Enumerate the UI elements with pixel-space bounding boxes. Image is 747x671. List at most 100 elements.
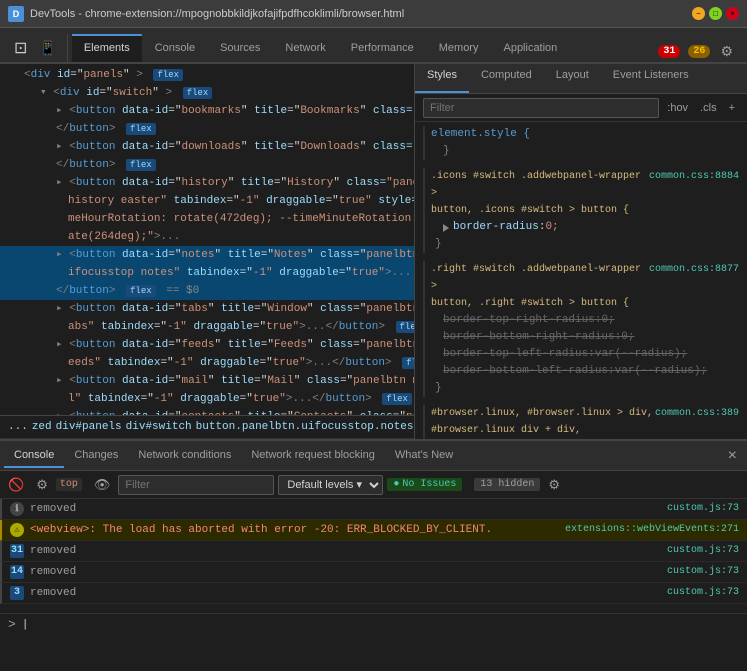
tab-network[interactable]: Network [273, 34, 337, 62]
filter-toggle-button[interactable]: ⚙ [32, 475, 52, 495]
hidden-count-badge: 13 hidden [474, 478, 540, 491]
close-button[interactable]: × [726, 7, 739, 20]
breadcrumb-item[interactable]: div#switch [126, 421, 192, 433]
message-source-link[interactable]: custom.js:73 [667, 584, 739, 602]
console-close-button[interactable]: × [722, 447, 743, 465]
breadcrumb-item[interactable]: zed [32, 421, 52, 433]
message-source-link[interactable]: extensions::webViewEvents:271 [565, 521, 739, 539]
console-tab-whats-new[interactable]: What's New [385, 444, 463, 468]
devtools-icon: D [8, 6, 24, 22]
console-tab-network-request-blocking[interactable]: Network request blocking [241, 444, 385, 468]
rule-selector-line: common.css:8884 .icons #switch .addwebpa… [431, 168, 739, 202]
dom-line[interactable]: ▾ <div id="switch" > flex [0, 84, 414, 102]
titlebar-title: DevTools - chrome-extension://mpognobbki… [30, 8, 692, 20]
dom-line[interactable]: ▸ <button data-id="bookmarks" title="Boo… [0, 102, 414, 120]
inspect-element-button[interactable]: ⊡ [8, 34, 33, 62]
css-prop-line: border-top-right-radius : 0; [431, 312, 739, 329]
dom-line[interactable]: ▸ <button data-id="tabs" title="Window" … [0, 300, 414, 318]
tab-application[interactable]: Application [491, 34, 569, 62]
dom-line[interactable]: ▸ <button data-id="downloads" title="Dow… [0, 138, 414, 156]
dom-line[interactable]: abs" tabindex="-1" draggable="true">...<… [0, 318, 414, 336]
error-count-badge: 31 [658, 45, 680, 58]
dom-line[interactable]: ate(264deg);">... [0, 228, 414, 246]
console-level-select[interactable]: Default levels ▾ [278, 475, 383, 495]
console-cursor: | [22, 619, 29, 631]
info-icon: 3 [10, 586, 24, 600]
main-tab-bar: ⊡ 📱 Elements Console Sources Network Per… [0, 28, 747, 64]
css-prop-line: border-bottom-left-radius : var(--radius… [431, 363, 739, 380]
dom-line[interactable]: l" tabindex="-1" draggable="true">...</b… [0, 390, 414, 408]
css-prop-line: border-bottom-right-radius : 0; [431, 329, 739, 346]
device-mode-button[interactable]: 📱 [33, 36, 62, 61]
dom-line[interactable]: ▸ <button data-id="feeds" title="Feeds" … [0, 336, 414, 354]
element-style-rule: element.style { } [423, 126, 739, 160]
css-prop-line: border-top-left-radius : var(--radius); [431, 346, 739, 363]
no-issues-badge: ● No Issues [387, 478, 462, 491]
dom-line[interactable]: ▸ <button data-id="history" title="Histo… [0, 174, 414, 192]
breadcrumb-item[interactable]: ... [8, 421, 28, 433]
console-message: ℹ removed custom.js:73 [0, 499, 747, 520]
dom-line[interactable]: </button> flex [0, 156, 414, 174]
tab-layout[interactable]: Layout [544, 64, 601, 93]
dom-line[interactable]: ▸ <button data-id="contacts" title="Cont… [0, 408, 414, 415]
tab-memory[interactable]: Memory [427, 34, 491, 62]
css-rule-3: common.css:389 #browser.linux, #browser.… [423, 405, 739, 439]
circle-check-icon: ● [393, 479, 399, 490]
console-prompt-icon: > [8, 617, 16, 632]
titlebar: D DevTools - chrome-extension://mpognobb… [0, 0, 747, 28]
rule-selector-line: common.css:8877 .right #switch .addwebpa… [431, 261, 739, 295]
maximize-button[interactable]: □ [709, 7, 722, 20]
css-prop-line: border-radius : 0; [431, 219, 739, 236]
styles-filter-input[interactable] [423, 98, 659, 118]
styles-toolbar: :hov .cls + [415, 94, 747, 122]
console-tab-network-conditions[interactable]: Network conditions [128, 444, 241, 468]
tab-styles[interactable]: Styles [415, 64, 469, 93]
console-message: 31 removed custom.js:73 [0, 541, 747, 562]
console-input-line: > | [0, 613, 747, 635]
message-source-link[interactable]: custom.js:73 [667, 542, 739, 560]
dom-line[interactable]: history easter" tabindex="-1" draggable=… [0, 192, 414, 210]
breadcrumb-item[interactable]: div#panels [56, 421, 122, 433]
clear-console-button[interactable]: 🚫 [4, 475, 28, 495]
settings-gear-button[interactable]: ⚙ [714, 41, 739, 62]
tab-computed[interactable]: Computed [469, 64, 544, 93]
console-eye-button[interactable]: 👁 [90, 475, 115, 495]
info-icon: 31 [10, 544, 24, 558]
rule-selector-line2: button, .icons #switch > button { [431, 202, 739, 219]
styles-content: element.style { } common.css:8884 .icons… [415, 122, 747, 439]
tab-console[interactable]: Console [143, 34, 207, 62]
rule-selector-line: common.css:389 #browser.linux, #browser.… [431, 405, 739, 422]
cls-filter-button[interactable]: .cls [696, 101, 721, 115]
dom-line[interactable]: eeds" tabindex="-1" draggable="true">...… [0, 354, 414, 372]
dom-line[interactable]: ▸ <button data-id="mail" title="Mail" cl… [0, 372, 414, 390]
console-messages: ℹ removed custom.js:73 ⚠ <webview>: The … [0, 499, 747, 613]
dom-line-selected[interactable]: </button> flex == $0 [0, 282, 414, 300]
console-tab-changes[interactable]: Changes [64, 444, 128, 468]
warning-icon: ⚠ [10, 523, 24, 537]
message-source-link[interactable]: custom.js:73 [667, 500, 739, 518]
console-tab-console[interactable]: Console [4, 444, 64, 468]
dom-line-selected[interactable]: ▸ <button data-id="notes" title="Notes" … [0, 246, 414, 264]
message-source-link[interactable]: custom.js:73 [667, 563, 739, 581]
dom-line-selected[interactable]: ifocusstop notes" tabindex="-1" draggabl… [0, 264, 414, 282]
expand-icon[interactable] [443, 224, 449, 232]
tab-event-listeners[interactable]: Event Listeners [601, 64, 701, 93]
dom-line[interactable]: <div id="panels" > flex [0, 66, 414, 84]
window-controls: − □ × [692, 7, 739, 20]
tab-elements[interactable]: Elements [72, 34, 142, 62]
main-content-area: <div id="panels" > flex ▾ <div id="switc… [0, 64, 747, 439]
info-icon: ℹ [10, 502, 24, 516]
css-rule-2: common.css:8877 .right #switch .addwebpa… [423, 261, 739, 397]
context-selector[interactable]: top [56, 478, 82, 491]
tab-sources[interactable]: Sources [208, 34, 272, 62]
dom-line[interactable]: </button> flex [0, 120, 414, 138]
dom-line[interactable]: meHourRotation: rotate(472deg); --timeMi… [0, 210, 414, 228]
minimize-button[interactable]: − [692, 7, 705, 20]
add-style-button[interactable]: + [725, 101, 739, 115]
hov-filter-button[interactable]: :hov [663, 101, 692, 115]
breadcrumb-item[interactable]: button.panelbtn.uifocusstop.notes [196, 421, 414, 433]
tab-performance[interactable]: Performance [339, 34, 426, 62]
console-filter-input[interactable] [118, 475, 274, 495]
breadcrumb: ... zed div#panels div#switch button.pan… [0, 415, 414, 439]
console-settings-button[interactable]: ⚙ [544, 475, 564, 495]
